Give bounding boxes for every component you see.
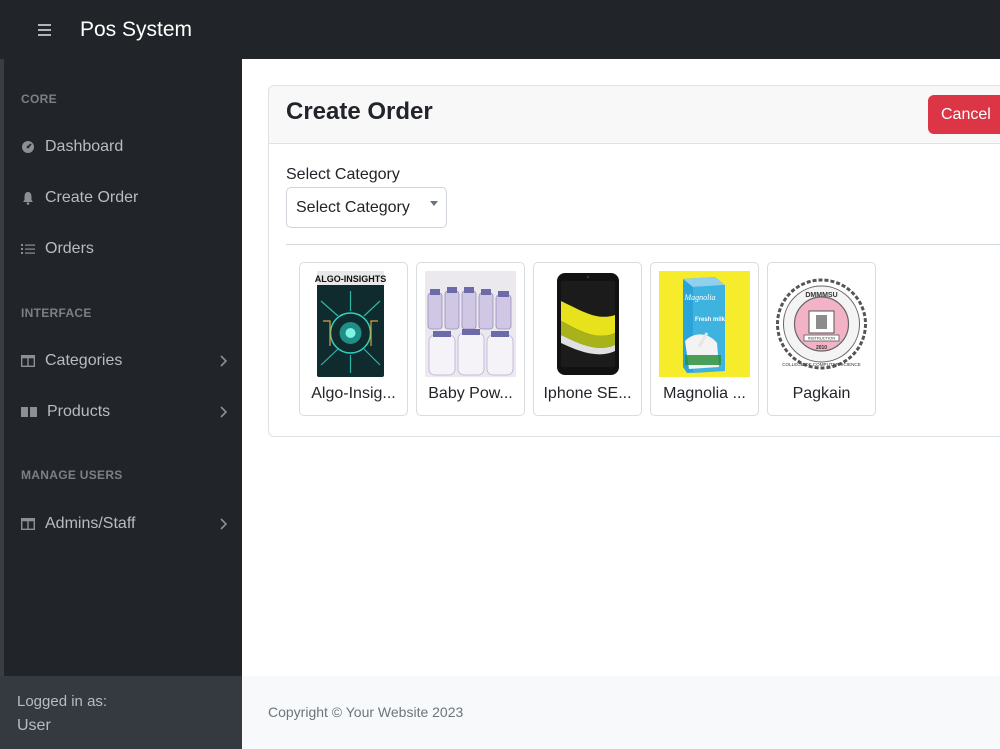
divider <box>286 244 1000 245</box>
sidebar-item-products[interactable]: Products <box>21 397 231 427</box>
category-label: Select Category <box>286 166 400 183</box>
columns-icon <box>21 354 35 368</box>
product-name: Baby Pow... <box>428 385 513 402</box>
product-card[interactable]: ALGO-INSIGHTS Algo-Insig... <box>299 262 408 416</box>
create-order-card: Create Order Cancel Select Category Sele… <box>268 85 1000 437</box>
product-card[interactable]: Baby Pow... <box>416 262 525 416</box>
sidebar-item-label: Categories <box>45 352 123 369</box>
copyright-text: Copyright © Your Website 2023 <box>268 704 464 720</box>
category-select-value: Select Category <box>296 199 410 216</box>
chevron-right-icon <box>220 518 228 530</box>
bell-icon <box>21 191 35 205</box>
category-select[interactable]: Select Category <box>286 187 447 228</box>
menu-toggle-icon[interactable] <box>38 23 60 36</box>
chevron-right-icon <box>220 406 228 418</box>
list-icon <box>21 242 35 256</box>
cancel-button[interactable]: Cancel <box>928 95 1000 134</box>
product-name: Iphone SE... <box>543 385 632 402</box>
sidebar-item-label: Dashboard <box>45 138 124 155</box>
product-card[interactable]: Magnolia Fresh milk Magnolia ... <box>650 262 759 416</box>
product-image-title: DMMMSU <box>805 292 837 299</box>
sidebar-item-label: Orders <box>45 240 94 257</box>
sidebar-item-admins-staff[interactable]: Admins/Staff <box>21 509 231 539</box>
logged-in-label: Logged in as: <box>17 693 108 710</box>
sidebar-item-label: Products <box>47 403 111 420</box>
sidebar-item-categories[interactable]: Categories <box>21 346 231 376</box>
product-image-title: ALGO-INSIGHTS <box>315 274 387 284</box>
product-card[interactable]: Iphone SE... <box>533 262 642 416</box>
sidebar-item-create-order[interactable]: Create Order <box>21 183 231 213</box>
page-footer: Copyright © Your Website 2023 <box>242 676 1000 749</box>
sidebar-item-label: Admins/Staff <box>45 515 136 532</box>
product-image-subtext: COLLEGE OF COMPUTER SCIENCE <box>782 362 861 367</box>
top-navbar: Pos System <box>0 0 1000 59</box>
product-image: DMMMSU COLLEGE OF COMPUTER SCIENCE INSTR… <box>776 271 867 377</box>
page-title: Create Order <box>286 98 433 125</box>
columns-icon <box>21 517 35 531</box>
main-content: Create Order Cancel Select Category Sele… <box>242 59 1000 676</box>
product-image <box>425 271 516 377</box>
product-image-year: 2010 <box>816 345 827 351</box>
sidebar-heading-core: CORE <box>21 92 57 106</box>
product-image: ALGO-INSIGHTS <box>308 271 399 377</box>
sidebar-heading-manage-users: MANAGE USERS <box>21 468 123 482</box>
dashboard-icon <box>21 140 35 154</box>
book-icon <box>21 405 37 419</box>
sidebar-item-orders[interactable]: Orders <box>21 234 231 264</box>
product-name: Pagkain <box>792 385 851 402</box>
caret-down-icon <box>430 201 438 206</box>
sidebar-item-dashboard[interactable]: Dashboard <box>21 132 231 162</box>
card-header: Create Order Cancel <box>269 86 1000 144</box>
sidebar-footer: Logged in as: User <box>0 676 246 749</box>
product-card[interactable]: DMMMSU COLLEGE OF COMPUTER SCIENCE INSTR… <box>767 262 876 416</box>
logged-in-user: User <box>17 717 51 734</box>
product-name: Magnolia ... <box>663 385 746 402</box>
product-image-brand: Magnolia <box>683 293 715 302</box>
product-image <box>542 271 633 377</box>
product-image-banner: INSTRUCTION <box>808 336 835 341</box>
product-image-subtext: Fresh milk <box>695 317 726 323</box>
sidebar-item-label: Create Order <box>45 189 139 206</box>
app-title[interactable]: Pos System <box>80 18 192 42</box>
sidebar: CORE Dashboard Create Order Orders INTER… <box>0 59 246 749</box>
sidebar-heading-interface: INTERFACE <box>21 306 92 320</box>
product-image: Magnolia Fresh milk <box>659 271 750 377</box>
product-name: Algo-Insig... <box>311 385 396 402</box>
chevron-right-icon <box>220 355 228 367</box>
